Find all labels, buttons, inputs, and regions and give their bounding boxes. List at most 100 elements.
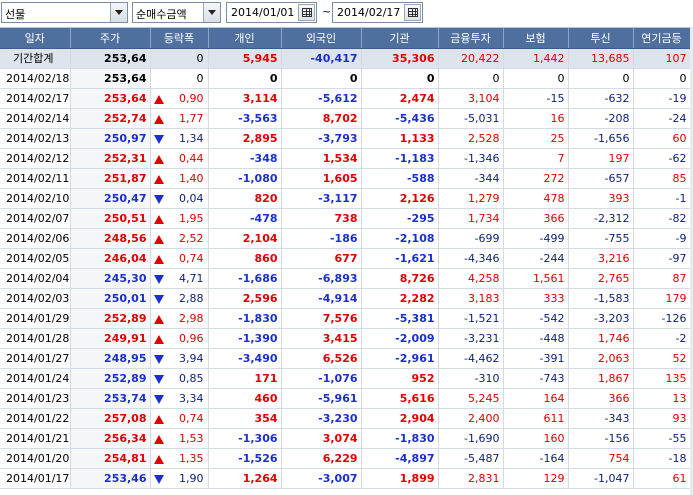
chevron-down-icon[interactable] [203,3,220,22]
price-cell: 245,30 [70,268,151,289]
individual-cell: 2,104 [208,228,282,249]
price-cell: 256,34 [70,428,151,449]
end-date-input[interactable]: 2014/02/17 [332,2,423,23]
price-cell: 253,74 [70,388,151,409]
foreign-cell: 8,702 [281,108,362,129]
table-row[interactable]: 2014/01/22 257,08 0,74 354 -3,230 2,904 2,400 6… [0,408,691,429]
price-cell: 253,64 [70,68,151,89]
calendar-icon[interactable] [298,4,315,21]
column-header[interactable]: 투신 [568,28,634,49]
column-header[interactable]: 보험 [503,28,569,49]
table-row[interactable]: 2014/02/10 250,47 0,04 820 -3,117 2,126 1,279 4… [0,188,691,209]
investment-trust-cell: 754 [568,448,634,469]
insurance-cell: 7 [503,148,569,169]
insurance-cell: 129 [503,468,569,489]
table-row[interactable]: 2014/01/29 252,89 2,98 -1,830 7,576 -5,381 -1,… [0,308,691,329]
institution-cell: 2,474 [361,88,439,109]
end-date-value: 2014/02/17 [337,6,401,19]
table-row[interactable]: 2014/02/03 250,01 2,88 2,596 -4,914 2,282 3,18… [0,288,691,309]
column-header[interactable]: 일자 [0,28,71,49]
investment-trust-cell: -156 [568,428,634,449]
table-row[interactable]: 2014/02/17 253,64 0,90 3,114 -5,612 2,474 3,10… [0,88,691,109]
table-row[interactable]: 2014/01/21 256,34 1,53 -1,306 3,074 -1,830 -1,… [0,428,691,449]
investor-trading-grid[interactable]: 일자 주가 등락폭 개인 외국인 기관 금융투자 보험 투신 연기금등 기간합계 253,64 0 5,… [0,27,693,495]
price-cell: 250,97 [70,128,151,149]
table-row[interactable]: 2014/02/05 246,04 0,74 860 677 -1,621 -4,346 -2… [0,248,691,269]
pension-cell: 87 [633,268,691,289]
table-row[interactable]: 2014/02/06 248,56 2,52 2,104 -186 -2,108 -699-… [0,228,691,249]
calendar-icon[interactable] [404,4,421,21]
date-cell: 2014/02/13 [0,128,71,149]
column-header[interactable]: 기관 [361,28,439,49]
column-header[interactable]: 금융투자 [438,28,504,49]
change-cell: 2,52 [150,228,209,249]
price-cell: 252,89 [70,368,151,389]
date-cell: 2014/01/24 [0,368,71,389]
insurance-cell: 16 [503,108,569,129]
table-row[interactable]: 2014/01/20 254,81 1,35 -1,526 6,229 -4,897 -5,… [0,448,691,469]
financial-investment-cell: 20,422 [438,48,504,69]
chevron-down-icon[interactable] [110,3,127,22]
column-header[interactable]: 등락폭 [150,28,209,49]
table-row[interactable]: 2014/02/18 253,64 0 0 0 0 0 0 0 0 [0,68,691,89]
financial-investment-cell: -1,690 [438,428,504,449]
change-cell: 3,94 [150,348,209,369]
investment-trust-cell: 0 [568,68,634,89]
insurance-cell: 478 [503,188,569,209]
change-value: 0,44 [179,151,204,165]
down-arrow-icon [153,354,164,364]
down-arrow-icon [153,474,164,484]
market-select[interactable]: 선물 [1,2,128,23]
column-header[interactable]: 외국인 [281,28,362,49]
table-row[interactable]: 2014/02/13 250,97 1,34 2,895 -3,793 1,133 2,52… [0,128,691,149]
financial-investment-cell: -3,231 [438,328,504,349]
table-row[interactable]: 2014/02/12 252,31 0,44 -348 1,534 -1,183 -1,34… [0,148,691,169]
financial-investment-cell: 1,734 [438,208,504,229]
mode-select[interactable]: 순매수금액 [132,2,221,23]
start-date-input[interactable]: 2014/01/01 [226,2,317,23]
table-row[interactable]: 2014/02/07 250,51 1,95 -478 738 -295 1,734 366-… [0,208,691,229]
investment-trust-cell: 3,216 [568,248,634,269]
table-row[interactable]: 2014/01/28 249,91 0,96 -1,390 3,415 -2,009 -3,… [0,328,691,349]
table-row[interactable]: 2014/01/27 248,95 3,94 -3,490 6,526 -2,961 -4,… [0,348,691,369]
foreign-cell: 677 [281,248,362,269]
up-arrow-icon [153,454,164,464]
price-cell: 249,91 [70,328,151,349]
date-cell: 2014/02/17 [0,88,71,109]
insurance-cell: -542 [503,308,569,329]
table-row[interactable]: 2014/01/23 253,74 3,34 460 -5,961 5,616 5,245 1… [0,388,691,409]
change-cell: 3,34 [150,388,209,409]
insurance-cell: 164 [503,388,569,409]
down-arrow-icon [153,374,164,384]
financial-investment-cell: -1,346 [438,148,504,169]
change-value: 3,34 [179,391,204,405]
column-header[interactable]: 개인 [208,28,282,49]
institution-cell: -588 [361,168,439,189]
table-row[interactable]: 2014/02/04 245,30 4,71 -1,686 -6,893 8,726 4,2… [0,268,691,289]
pension-cell: 85 [633,168,691,189]
table-row[interactable]: 2014/02/14 252,74 1,77 -3,563 8,702 -5,436 -5,… [0,108,691,129]
foreign-cell: 6,526 [281,348,362,369]
up-arrow-icon [153,254,164,264]
change-cell: 1,90 [150,468,209,489]
date-cell: 2014/02/03 [0,288,71,309]
table-row[interactable]: 2014/02/11 251,87 1,40 -1,080 1,605 -588 -344 2… [0,168,691,189]
foreign-cell: -4,914 [281,288,362,309]
table-row[interactable]: 2014/01/24 252,89 0,85 171 -1,076 952 -310 -743… [0,368,691,389]
foreign-cell: 1,534 [281,148,362,169]
column-header[interactable]: 연기금등 [633,28,691,49]
change-value: 3,94 [179,351,204,365]
change-value: 0,04 [179,191,204,205]
summary-row[interactable]: 기간합계 253,64 0 5,945 -40,417 35,306 20,422 1,442… [0,48,691,69]
institution-cell: 5,616 [361,388,439,409]
financial-investment-cell: -344 [438,168,504,189]
institution-cell: -1,830 [361,428,439,449]
investment-trust-cell: -632 [568,88,634,109]
up-arrow-icon [153,214,164,224]
foreign-cell: -1,076 [281,368,362,389]
foreign-cell: 3,415 [281,328,362,349]
table-row[interactable]: 2014/01/17 253,46 1,90 1,264 -3,007 1,899 2,83… [0,468,691,489]
financial-investment-cell: 2,528 [438,128,504,149]
column-header[interactable]: 주가 [70,28,151,49]
financial-investment-cell: 4,258 [438,268,504,289]
